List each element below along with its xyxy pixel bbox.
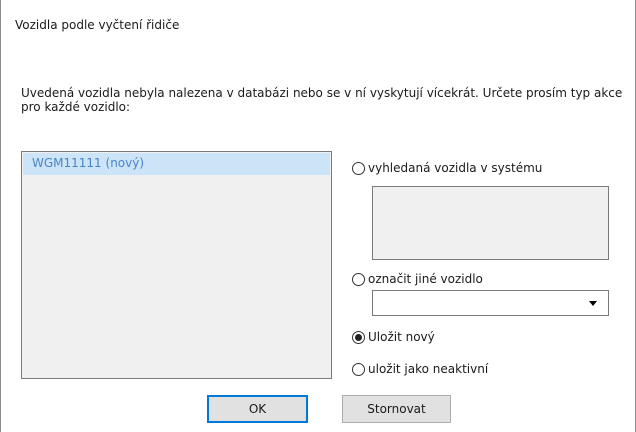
save-inactive-label: uložit jako neaktivní: [368, 362, 489, 376]
vehicle-list[interactable]: WGM11111 (nový): [21, 151, 332, 379]
ok-button[interactable]: OK: [207, 395, 308, 423]
dialog-title: Vozidla podle vyčtení řidiče: [15, 18, 180, 32]
save-new-radio[interactable]: Uložit nový: [352, 329, 435, 345]
save-inactive-radio[interactable]: uložit jako neaktivní: [352, 361, 488, 377]
other-vehicle-dropdown[interactable]: [372, 290, 609, 316]
radio-checked-icon[interactable]: [352, 330, 365, 344]
radio-unchecked-icon[interactable]: [352, 272, 365, 286]
cancel-button[interactable]: Stornovat: [342, 395, 451, 423]
vehicle-list-item[interactable]: WGM11111 (nový): [23, 153, 330, 175]
found-vehicles-radio[interactable]: vyhledaná vozidla v systému: [352, 160, 542, 176]
radio-unchecked-icon[interactable]: [352, 161, 365, 175]
radio-unchecked-icon[interactable]: [352, 362, 365, 376]
chevron-down-icon[interactable]: [589, 301, 597, 306]
vehicle-dialog: Vozidla podle vyčtení řidiče Uvedená voz…: [0, 0, 636, 432]
mark-other-vehicle-label: označit jiné vozidlo: [368, 272, 483, 286]
found-vehicles-list[interactable]: [372, 186, 609, 260]
dialog-message: Uvedená vozidla nebyla nalezena v databá…: [21, 86, 623, 114]
mark-other-vehicle-radio[interactable]: označit jiné vozidlo: [352, 271, 483, 287]
found-vehicles-label: vyhledaná vozidla v systému: [368, 161, 543, 175]
save-new-label: Uložit nový: [368, 330, 435, 344]
